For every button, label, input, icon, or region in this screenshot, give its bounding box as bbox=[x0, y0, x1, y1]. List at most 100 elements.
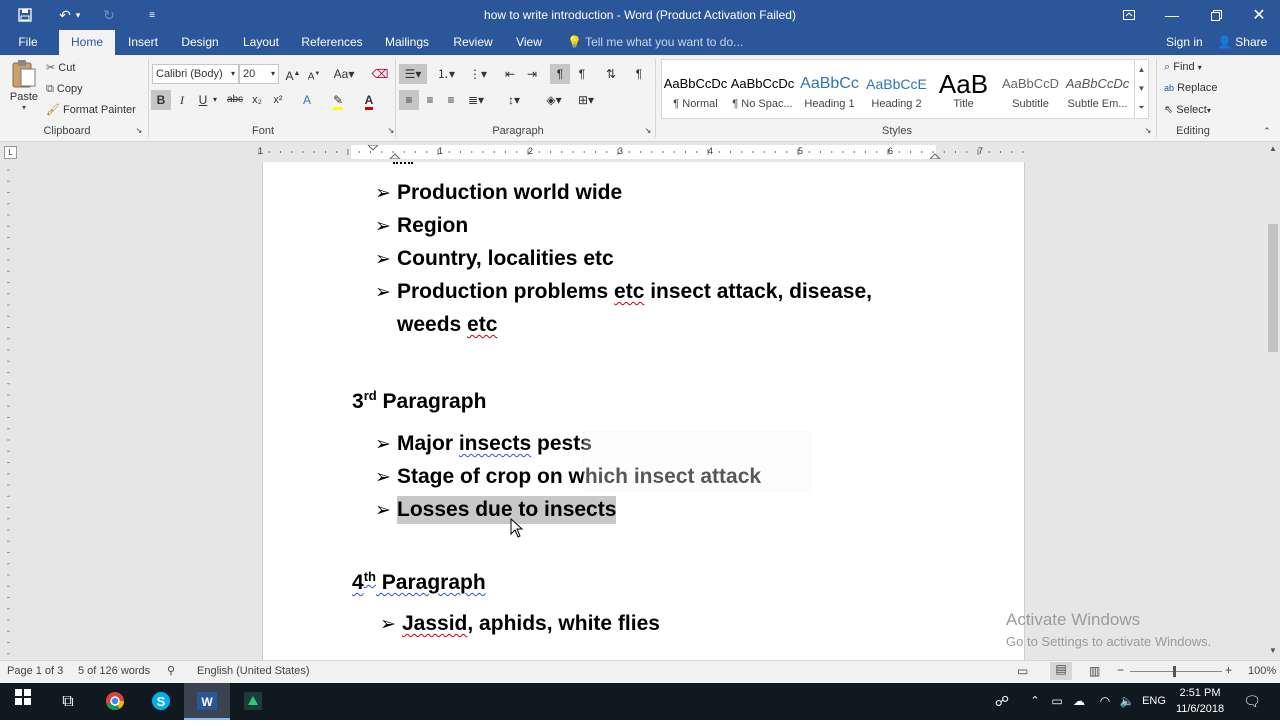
redo-icon[interactable]: ↻ bbox=[94, 0, 124, 30]
find-button[interactable]: ⌕ Find ▾ bbox=[1164, 57, 1202, 77]
scrollbar-thumb[interactable] bbox=[1268, 224, 1278, 352]
rtl-icon[interactable]: ¶ bbox=[572, 64, 592, 84]
tab-selector-icon[interactable]: L bbox=[4, 146, 17, 159]
wifi-icon[interactable]: ◠ bbox=[1094, 683, 1116, 720]
close-icon[interactable]: ✕ bbox=[1244, 0, 1274, 30]
web-layout-icon[interactable]: ▥ bbox=[1089, 664, 1100, 678]
cut-button[interactable]: ✂ Cut bbox=[46, 58, 75, 78]
word-count[interactable]: 5 of 126 words bbox=[78, 665, 150, 677]
numbering-icon[interactable]: ⒈▾ bbox=[432, 64, 460, 84]
tab-view[interactable]: View bbox=[509, 30, 549, 55]
tab-mailings[interactable]: Mailings bbox=[378, 30, 436, 55]
gallery-scroll[interactable]: ▲ ▼ ⏷ bbox=[1134, 60, 1148, 118]
app-icon[interactable] bbox=[230, 683, 276, 720]
replace-button[interactable]: ab Replace bbox=[1164, 78, 1217, 98]
document-page[interactable]: ➢ Production world wide ➢ Region ➢ Count… bbox=[262, 162, 1025, 660]
battery-icon[interactable]: ▭ bbox=[1048, 683, 1066, 720]
tab-insert[interactable]: Insert bbox=[120, 30, 166, 55]
list-item[interactable]: Production world wide bbox=[397, 181, 622, 205]
style-subtle-emphasis[interactable]: AaBbCcDc Subtle Em... bbox=[1064, 68, 1131, 118]
page-count[interactable]: Page 1 of 3 bbox=[7, 665, 63, 677]
decrease-indent-icon[interactable]: ⇤ bbox=[500, 64, 520, 84]
save-icon[interactable] bbox=[10, 0, 40, 30]
shrink-font-icon[interactable]: A▼ bbox=[304, 64, 324, 84]
volume-icon[interactable]: 🔈 bbox=[1118, 683, 1136, 720]
dialog-launcher-icon[interactable]: ↘ bbox=[643, 125, 653, 137]
increase-indent-icon[interactable]: ⇥ bbox=[522, 64, 542, 84]
scroll-down-icon[interactable]: ▼ bbox=[1266, 646, 1280, 658]
word-taskbar-icon[interactable]: W bbox=[184, 683, 230, 720]
chevron-up-icon[interactable]: ⌃ bbox=[1026, 683, 1044, 720]
strikethrough-icon[interactable]: abc bbox=[225, 90, 245, 110]
style-heading-1[interactable]: AaBbCc Heading 1 bbox=[796, 68, 863, 118]
clock[interactable]: 2:51 PM 11/6/2018 bbox=[1172, 685, 1228, 717]
task-view-icon[interactable]: ⧉ bbox=[46, 683, 90, 720]
tab-home[interactable]: Home bbox=[59, 30, 115, 55]
zoom-slider-thumb[interactable] bbox=[1173, 666, 1176, 677]
zoom-out-icon[interactable]: − bbox=[1117, 663, 1124, 677]
style-heading-2[interactable]: AaBbCcE Heading 2 bbox=[863, 68, 930, 118]
italic-icon[interactable]: I bbox=[172, 90, 192, 110]
list-item[interactable]: Major insects pests bbox=[397, 432, 592, 456]
list-item-continuation[interactable]: weeds etc bbox=[397, 313, 497, 337]
subscript-icon[interactable]: x₂ bbox=[247, 90, 267, 110]
more-icon[interactable]: ⏷ bbox=[1135, 98, 1148, 117]
copy-button[interactable]: ⧉ Copy bbox=[46, 79, 83, 99]
bullets-icon[interactable]: ☰▾ bbox=[399, 64, 427, 84]
zoom-in-icon[interactable]: + bbox=[1225, 663, 1232, 677]
undo-dropdown-icon[interactable]: ▾ bbox=[70, 0, 86, 30]
shading-icon[interactable]: ◈▾ bbox=[540, 90, 568, 110]
font-family-select[interactable]: Calibri (Body) ▾ bbox=[152, 64, 239, 84]
tab-layout[interactable]: Layout bbox=[236, 30, 286, 55]
list-item[interactable]: Production problems etc insect attack, d… bbox=[397, 280, 872, 304]
tab-references[interactable]: References bbox=[298, 30, 366, 55]
style-normal[interactable]: AaBbCcDc ¶ Normal bbox=[662, 68, 729, 118]
style-title[interactable]: AaB Title bbox=[930, 68, 997, 118]
font-color-icon[interactable]: A bbox=[359, 90, 379, 110]
ltr-icon[interactable]: ¶ bbox=[550, 64, 570, 84]
grow-font-icon[interactable]: A▲ bbox=[283, 64, 303, 84]
sort-icon[interactable]: ⇅ bbox=[601, 64, 621, 84]
show-formatting-icon[interactable]: ¶ bbox=[629, 64, 649, 84]
align-center-icon[interactable]: ≡ bbox=[420, 90, 440, 110]
borders-icon[interactable]: ⊞▾ bbox=[572, 90, 600, 110]
superscript-icon[interactable]: x² bbox=[268, 90, 288, 110]
scroll-up-icon[interactable]: ▲ bbox=[1267, 144, 1279, 160]
highlight-icon[interactable]: ✎ bbox=[328, 90, 348, 110]
sign-in-link[interactable]: Sign in bbox=[1166, 30, 1203, 55]
font-size-select[interactable]: 20 ▾ bbox=[239, 64, 279, 84]
selected-list-item[interactable]: Losses due to insects bbox=[397, 496, 617, 524]
zoom-slider[interactable] bbox=[1130, 671, 1222, 672]
people-icon[interactable]: ☍ bbox=[990, 683, 1014, 720]
align-left-icon[interactable]: ≡ bbox=[399, 90, 419, 110]
paste-button[interactable]: Paste ▾ bbox=[8, 59, 40, 119]
notifications-icon[interactable]: 🗨 bbox=[1240, 683, 1264, 720]
chevron-down-icon[interactable]: ▼ bbox=[1135, 79, 1148, 98]
ribbon-display-icon[interactable] bbox=[1114, 0, 1144, 30]
collapse-ribbon-icon[interactable]: ⌃ bbox=[1260, 125, 1274, 137]
chevron-up-icon[interactable]: ▲ bbox=[1135, 60, 1148, 79]
change-case-icon[interactable]: Aa▾ bbox=[331, 64, 357, 84]
list-item[interactable]: Region bbox=[397, 214, 468, 238]
windows-start-icon[interactable] bbox=[0, 683, 46, 720]
read-mode-icon[interactable]: ▭ bbox=[1017, 664, 1028, 678]
chevron-down-icon[interactable]: ▾ bbox=[210, 90, 220, 110]
list-item[interactable]: Jassid, aphids, white flies bbox=[402, 612, 660, 636]
align-right-icon[interactable]: ≡ bbox=[441, 90, 461, 110]
language-tray[interactable]: ENG bbox=[1138, 683, 1170, 720]
vertical-scrollbar[interactable]: ▼ bbox=[1266, 162, 1280, 660]
bold-icon[interactable]: B bbox=[151, 90, 171, 110]
justify-icon[interactable]: ≣▾ bbox=[462, 90, 490, 110]
list-item[interactable]: Country, localities etc bbox=[397, 247, 614, 271]
minimize-icon[interactable]: — bbox=[1157, 0, 1187, 30]
paragraph-heading[interactable]: 4th Paragraph bbox=[352, 569, 486, 595]
cloud-icon[interactable]: ☁ bbox=[1070, 683, 1088, 720]
tab-review[interactable]: Review bbox=[447, 30, 499, 55]
customize-icon[interactable]: ≡ bbox=[137, 0, 167, 30]
format-painter-button[interactable]: 🖌 Format Painter bbox=[46, 100, 136, 120]
dialog-launcher-icon[interactable]: ↘ bbox=[134, 125, 144, 137]
line-spacing-icon[interactable]: ↕▾ bbox=[500, 90, 528, 110]
dialog-launcher-icon[interactable]: ↘ bbox=[1143, 125, 1153, 137]
language-indicator[interactable]: English (United States) bbox=[197, 665, 310, 677]
text-effects-icon[interactable]: A bbox=[297, 90, 317, 110]
